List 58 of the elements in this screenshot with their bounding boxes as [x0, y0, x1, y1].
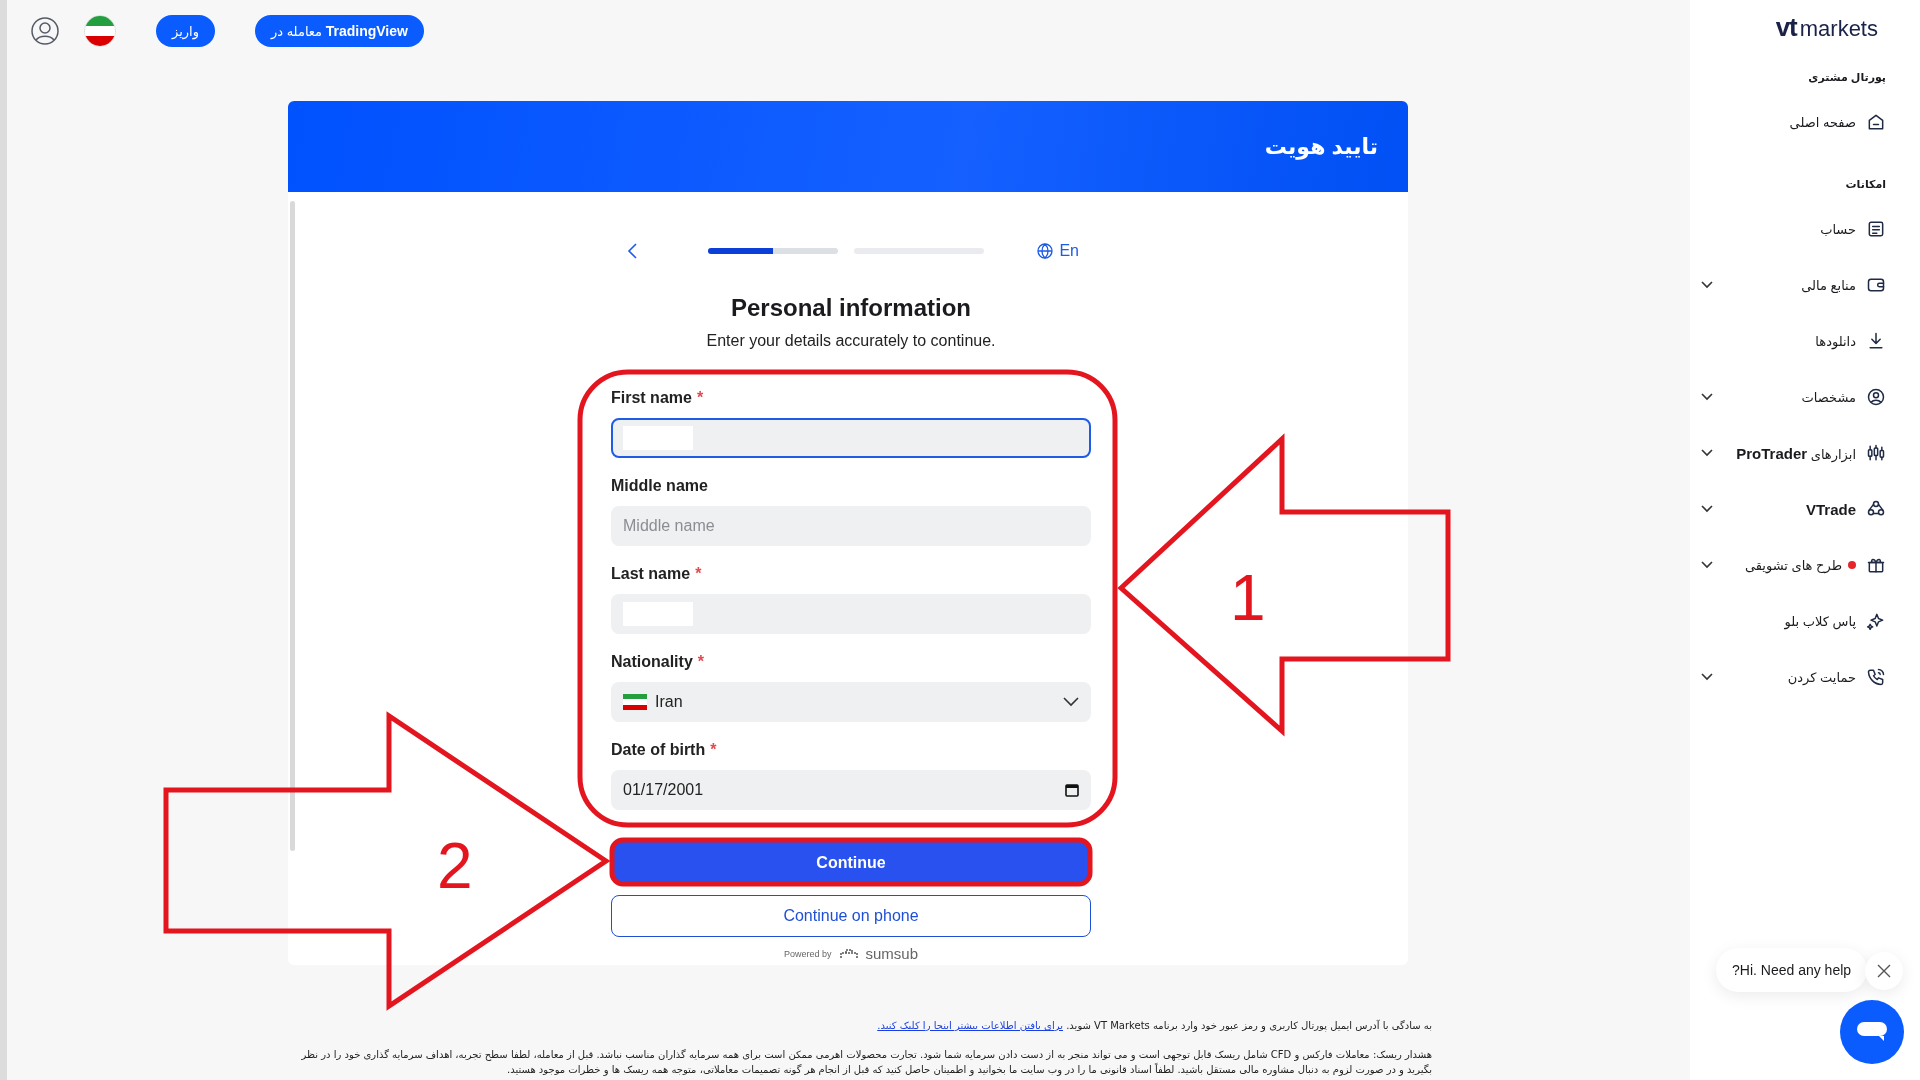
sidebar-item[interactable]: حساب: [1701, 201, 1886, 257]
sidebar-item[interactable]: دانلودها: [1701, 313, 1886, 369]
field-label: Date of birth: [611, 740, 706, 760]
user-icon: [1866, 387, 1886, 407]
text-field[interactable]: Middle name: [611, 506, 1091, 546]
more-info-link[interactable]: برای یافتن اطلاعات بیشتر اینجا را کلیک کنید.: [877, 1020, 1063, 1031]
sumsub-logo-icon: [837, 947, 860, 960]
country-dropdown[interactable]: Iran: [611, 682, 1091, 722]
sidebar-section-title: پورتال مشتری: [1808, 71, 1886, 84]
form-heading: Personal information: [729, 294, 972, 322]
annotation-number: 1: [1230, 562, 1266, 634]
iran-flag-icon[interactable]: [84, 15, 116, 47]
sidebar-item[interactable]: طرح های تشویقی: [1701, 537, 1886, 593]
field-label: First name: [611, 388, 692, 408]
field-label: Last name: [611, 564, 691, 584]
sidebar-item[interactable]: صفحه اصلی: [1701, 94, 1886, 150]
card-title: تایید هویت: [1264, 133, 1378, 160]
sidebar-item[interactable]: VTrade: [1701, 481, 1886, 537]
candlestick-icon: [1866, 443, 1886, 463]
annotation-number: 2: [437, 830, 473, 902]
dropdown-value: Iran: [655, 693, 683, 711]
deposit-button[interactable]: واریز: [156, 15, 215, 47]
sidebar-section-title: امکانات: [1845, 178, 1886, 191]
powered-by-text: Powered by: [783, 948, 832, 959]
login-info-text: به سادگی با آدرس ایمیل پورتال کاربری و رمز عبور خود وارد برنامه VT Markets شوید. برای یافتن اطلاعات بیشتر اینجا را کلیک کنید.: [876, 1018, 1432, 1033]
user-avatar-icon[interactable]: [30, 16, 60, 46]
phone-icon: [1866, 667, 1886, 687]
wallet-icon: [1866, 275, 1886, 295]
sidebar-item[interactable]: حمایت کردن: [1701, 649, 1886, 705]
globe-icon: [1037, 243, 1054, 259]
required-asterisk: *: [697, 652, 705, 672]
sidebar-item[interactable]: پاس کلاب بلو: [1701, 593, 1886, 649]
date-value: 01/17/2001: [623, 781, 704, 799]
form-subtitle: Enter your details accurately to continue.: [705, 332, 997, 350]
sumsub-brand-text: sumsub: [865, 945, 919, 962]
download-icon: [1866, 331, 1886, 351]
calendar-icon: [1065, 783, 1079, 797]
risk-warning-text: هشدار ریسک: معاملات فارکس و CFD شامل ریسک قابل توجهی است و می تواند منجر به از دست دادن سرمایه شما شود. تجارت محصولات اهرمی ممکن است برای همه سرمایه گذاران مناسب نباشد. قبل از معامله، لطفا سطح تجربه، اهداف سرمایه گذاری خود را در نظر بگیرید و در صورت لزوم به دنبال مشاوره مالی مستقل باشید. لطفاً اسناد قانونی ما را در وب سایت ما بخوانید و اطمینان حاصل کنید که قبل از انجام هر گونه تصمیمات معاملاتی، متوجه همه ریسک ها و خطرات موجود هستید.: [300, 1048, 1432, 1077]
required-asterisk: *: [710, 740, 717, 760]
home-icon: [1866, 112, 1886, 132]
required-asterisk: *: [696, 388, 704, 408]
continue-on-phone-button[interactable]: Continue on phone: [611, 895, 1091, 937]
flag-icon: [623, 694, 647, 710]
language-button[interactable]: En: [1037, 242, 1079, 260]
sparkle-icon: [1866, 611, 1886, 631]
sidebar-item[interactable]: منابع مالی: [1701, 257, 1886, 313]
text-field[interactable]: [611, 418, 1091, 458]
date-field[interactable]: 01/17/2001: [611, 770, 1091, 810]
field-label: Middle name: [611, 476, 708, 496]
field-label: Nationality: [611, 652, 693, 672]
chat-greeting-bubble: ?Hi. Need any help: [1716, 948, 1868, 992]
sidebar-item[interactable]: مشخصات: [1701, 369, 1886, 425]
close-cross-icon: [1877, 964, 1891, 978]
document-icon: [1866, 219, 1886, 239]
chevron-down-icon: [1063, 697, 1079, 707]
required-asterisk: *: [695, 564, 702, 584]
vt-markets-logo: vtmarkets: [1775, 12, 1878, 43]
cluster-icon: [1866, 499, 1886, 519]
